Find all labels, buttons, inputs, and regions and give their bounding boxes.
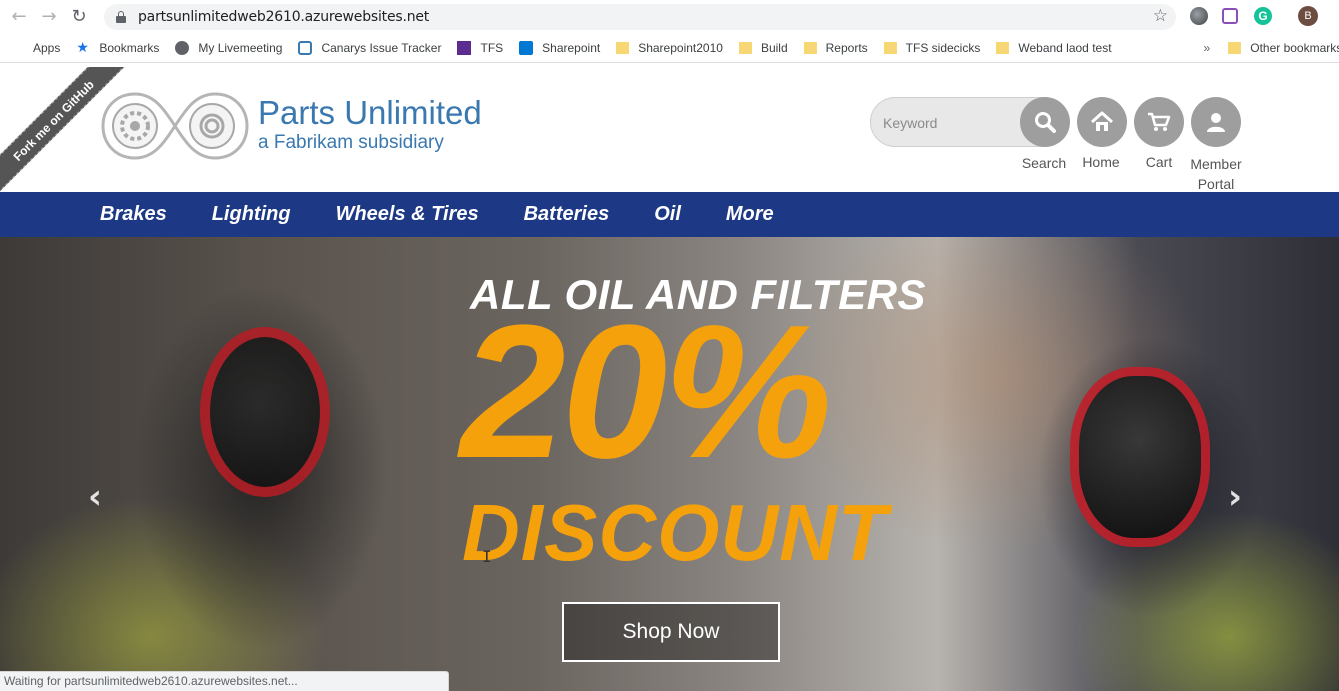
nav-wheels-tires[interactable]: Wheels & Tires xyxy=(336,203,479,226)
hero-photo-headphones-right xyxy=(1070,367,1210,547)
tracker-icon xyxy=(298,40,313,55)
folder-icon xyxy=(883,41,897,54)
bookmark-sharepoint[interactable]: Sharepoint xyxy=(519,40,600,55)
category-nav: Brakes Lighting Wheels & Tires Batteries… xyxy=(0,192,1339,237)
nav-more[interactable]: More xyxy=(726,203,774,226)
cart-button[interactable] xyxy=(1134,97,1184,147)
folder-icon xyxy=(996,41,1010,54)
member-portal-button[interactable] xyxy=(1191,97,1241,147)
folder-icon xyxy=(803,41,817,54)
apps-grid-icon xyxy=(10,41,24,55)
carousel-prev-icon[interactable]: ‹ xyxy=(88,477,102,517)
search-button[interactable] xyxy=(1020,97,1070,147)
user-icon xyxy=(1207,113,1225,132)
sharepoint-icon xyxy=(519,40,534,55)
hero-percent: 20% xyxy=(460,286,832,498)
bookmark-apps[interactable]: Apps xyxy=(10,41,60,55)
bookmark-my-livemeeting[interactable]: My Livemeeting xyxy=(175,40,282,55)
grammarly-icon[interactable]: G xyxy=(1254,7,1272,25)
bookmark-weband-laod-test[interactable]: Weband laod test xyxy=(996,41,1112,55)
folder-icon xyxy=(738,41,752,54)
page-content: Fork me on GitHub Parts Unlimited a Fabr… xyxy=(0,67,1339,691)
bookmark-sharepoint2010[interactable]: Sharepoint2010 xyxy=(616,41,723,55)
site-header: Fork me on GitHub Parts Unlimited a Fabr… xyxy=(0,67,1339,204)
home-button[interactable] xyxy=(1077,97,1127,147)
search-input[interactable] xyxy=(883,112,1013,134)
bookmark-canarys-issue-tracker[interactable]: Canarys Issue Tracker xyxy=(298,40,441,55)
hero-carousel: ALL OIL AND FILTERS 20% DISCOUNT Shop No… xyxy=(0,237,1339,691)
forward-arrow-icon[interactable]: → xyxy=(34,2,64,32)
hero-discount: DISCOUNT xyxy=(462,488,888,577)
nav-batteries[interactable]: Batteries xyxy=(524,203,610,226)
bookmark-build[interactable]: Build xyxy=(738,41,788,55)
extension-lab-icon[interactable] xyxy=(1222,8,1238,24)
carousel-next-icon[interactable]: › xyxy=(1228,477,1242,517)
bookmark-star-icon[interactable]: ☆ xyxy=(1153,6,1168,26)
fork-me-ribbon[interactable]: Fork me on GitHub xyxy=(0,67,137,204)
bookmark-reports[interactable]: Reports xyxy=(803,41,868,55)
profile-avatar[interactable]: B xyxy=(1298,6,1318,26)
bookmarks-bar: Apps ★ Bookmarks My Livemeeting Canarys … xyxy=(0,33,1339,63)
lock-icon xyxy=(116,11,126,23)
text-cursor-icon: I xyxy=(482,547,492,566)
brand-subtitle: a Fabrikam subsidiary xyxy=(258,132,444,153)
brand-title[interactable]: Parts Unlimited xyxy=(258,94,482,132)
address-bar[interactable]: partsunlimitedweb2610.azurewebsites.net … xyxy=(104,4,1176,30)
bookmark-tfs-sidecicks[interactable]: TFS sidecicks xyxy=(883,41,980,55)
bookmark-other-bookmarks[interactable]: Other bookmarks xyxy=(1228,41,1339,55)
home-icon xyxy=(1090,111,1114,131)
url-text[interactable]: partsunlimitedweb2610.azurewebsites.net xyxy=(138,9,429,25)
member-portal-label[interactable]: Member Portal xyxy=(1181,154,1251,194)
browser-toolbar: ← → ↻ partsunlimitedweb2610.azurewebsite… xyxy=(0,0,1339,33)
fork-ribbon-wrap: Fork me on GitHub xyxy=(0,67,150,217)
back-arrow-icon[interactable]: ← xyxy=(4,2,34,32)
bookmark-tfs[interactable]: TFS xyxy=(457,40,503,55)
reload-icon[interactable]: ↻ xyxy=(64,2,94,32)
bookmark-bookmarks[interactable]: ★ Bookmarks xyxy=(76,41,159,55)
search-icon xyxy=(1035,112,1056,133)
cart-icon xyxy=(1148,112,1171,131)
folder-icon xyxy=(616,41,630,54)
browser-status-bar: Waiting for partsunlimitedweb2610.azurew… xyxy=(0,671,449,691)
folder-icon xyxy=(1228,41,1242,54)
nav-lighting[interactable]: Lighting xyxy=(212,203,291,226)
nav-oil[interactable]: Oil xyxy=(654,203,681,226)
visual-studio-icon xyxy=(457,40,472,55)
hero-photo-headphones-left xyxy=(200,327,330,497)
bookmarks-overflow-button[interactable]: » xyxy=(1204,41,1211,55)
star-icon: ★ xyxy=(76,39,89,56)
globe-icon xyxy=(175,40,190,55)
extension-icon[interactable] xyxy=(1190,7,1208,25)
shop-now-button[interactable]: Shop Now xyxy=(562,602,780,662)
